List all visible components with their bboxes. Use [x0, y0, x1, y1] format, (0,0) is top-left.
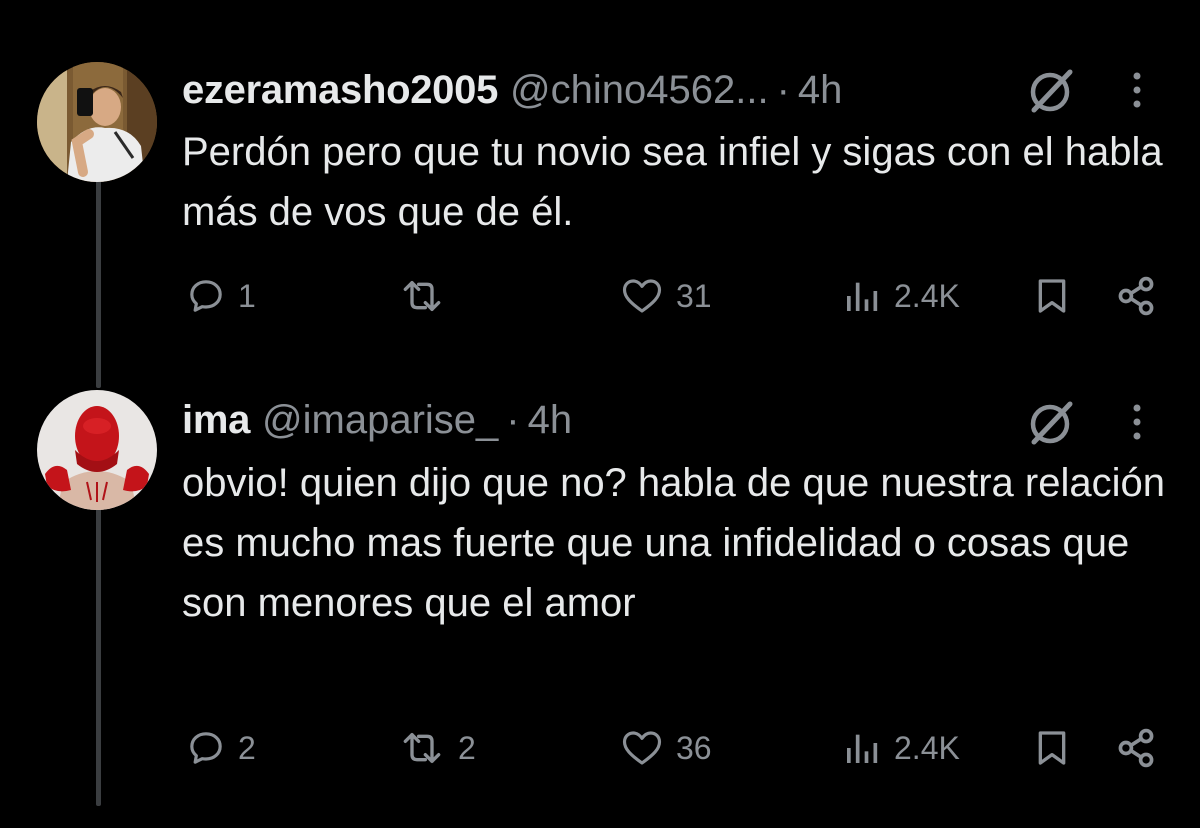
avatar-photo-icon — [37, 390, 157, 510]
grok-slash-icon[interactable] — [1020, 392, 1080, 452]
reply-count: 2 — [238, 729, 256, 766]
display-name[interactable]: ezeramasho2005 — [182, 68, 498, 113]
repost-arrows-icon — [403, 733, 441, 763]
like-button[interactable]: 31 — [620, 266, 712, 326]
separator-dot: · — [776, 67, 790, 112]
bar-chart-icon — [847, 734, 878, 763]
share-button[interactable] — [1114, 718, 1158, 778]
views-count: 2.4K — [894, 277, 960, 314]
avatar[interactable] — [37, 390, 157, 510]
share-button[interactable] — [1114, 266, 1158, 326]
bookmark-icon — [1038, 279, 1066, 313]
views-button[interactable]: 2.4K — [842, 266, 960, 326]
like-count: 36 — [676, 729, 712, 766]
grok-slash-icon[interactable] — [1020, 60, 1080, 120]
views-button[interactable]: 2.4K — [842, 718, 960, 778]
tweet-header: ima @imaparise_ · 4h — [182, 390, 572, 450]
separator-dot: · — [506, 397, 520, 442]
like-button[interactable]: 36 — [620, 718, 712, 778]
reply-button[interactable]: 1 — [186, 266, 256, 326]
share-icon — [1118, 728, 1154, 768]
speech-bubble-icon — [190, 280, 222, 312]
like-count: 31 — [676, 277, 712, 314]
user-handle[interactable]: @chino4562... — [510, 68, 769, 113]
vertical-ellipsis-icon[interactable] — [1122, 392, 1152, 452]
action-bar: 2 2 36 2.4K — [0, 718, 1200, 778]
repost-count: 2 — [458, 729, 476, 766]
bookmark-button[interactable] — [1032, 718, 1072, 778]
views-count: 2.4K — [894, 729, 960, 766]
tweet-text: Perdón pero que tu novio sea infiel y si… — [182, 130, 1163, 234]
timestamp[interactable]: 4h — [528, 398, 573, 443]
share-icon — [1118, 276, 1154, 316]
timestamp[interactable]: 4h — [798, 68, 843, 113]
repost-button[interactable] — [398, 266, 458, 326]
repost-button[interactable]: 2 — [398, 718, 476, 778]
heart-icon — [622, 731, 662, 765]
tweet-text: obvio! quien dijo que no? habla de que n… — [182, 461, 1165, 625]
reply-count: 1 — [238, 277, 256, 314]
heart-icon — [622, 279, 662, 313]
bookmark-button[interactable] — [1032, 266, 1072, 326]
user-handle[interactable]: @imaparise_ — [262, 398, 498, 443]
action-bar: 1 31 2.4K — [0, 266, 1200, 326]
reply-button[interactable]: 2 — [186, 718, 256, 778]
repost-arrows-icon — [403, 281, 441, 311]
avatar[interactable] — [37, 62, 157, 182]
display-name[interactable]: ima — [182, 398, 250, 443]
speech-bubble-icon — [190, 732, 222, 764]
bar-chart-icon — [847, 282, 878, 311]
bookmark-icon — [1038, 731, 1066, 765]
tweet-header: ezeramasho2005 @chino4562... · 4h — [182, 60, 842, 120]
avatar-photo-icon — [37, 62, 157, 182]
vertical-ellipsis-icon[interactable] — [1122, 60, 1152, 120]
